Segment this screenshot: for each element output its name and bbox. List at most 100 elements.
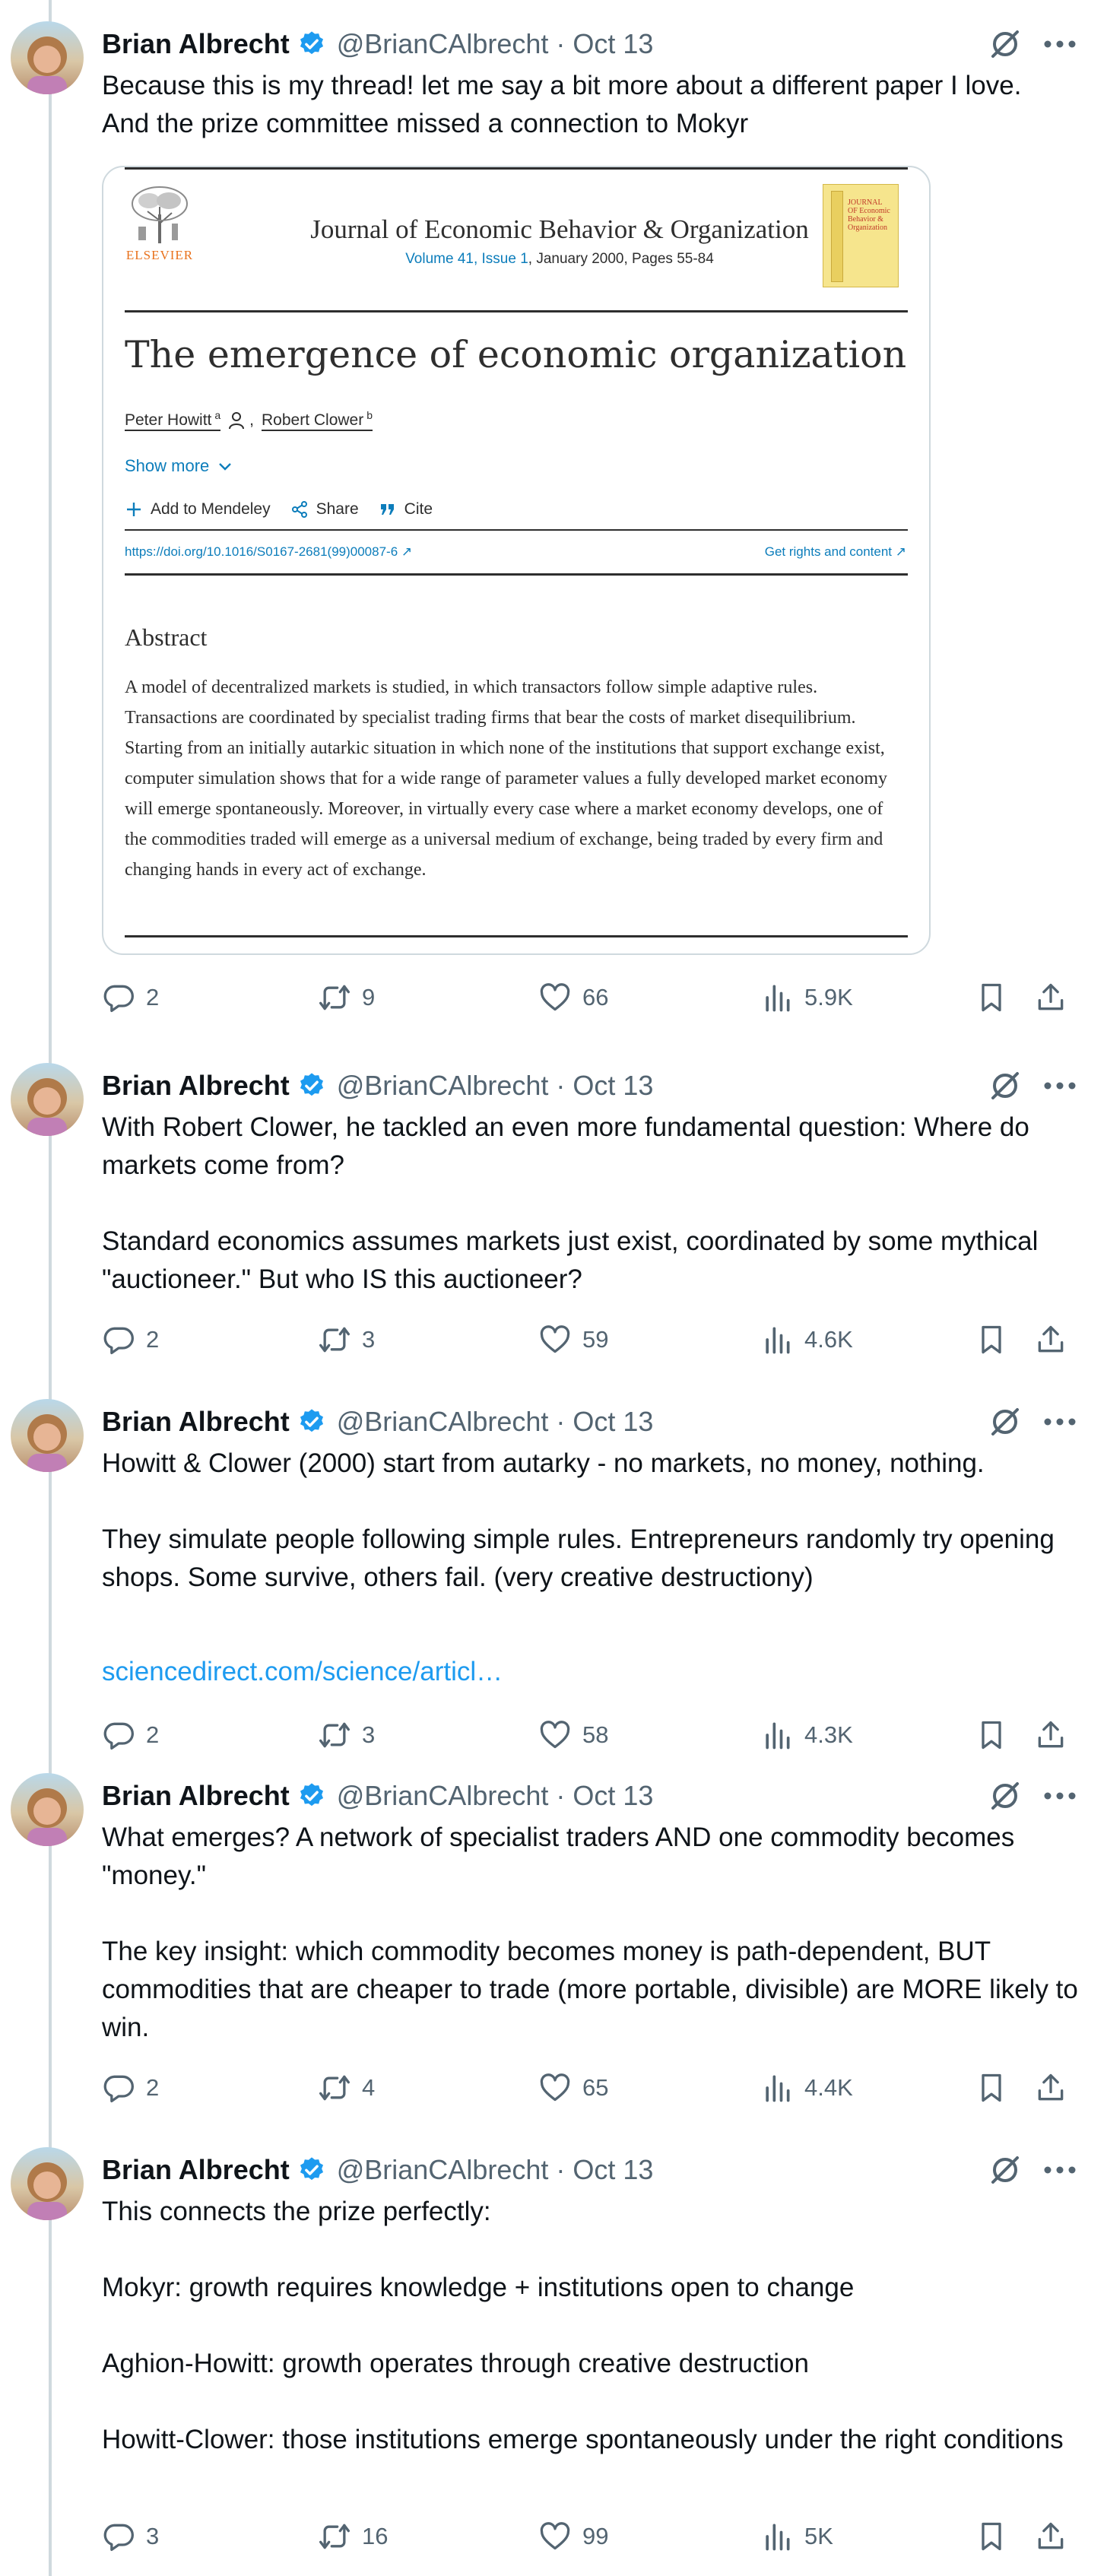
bookmark-button[interactable]: [975, 1318, 1008, 1361]
bookmark-button[interactable]: [975, 2067, 1008, 2109]
reply-button[interactable]: 2: [102, 1714, 159, 1756]
like-button[interactable]: 58: [538, 1714, 608, 1756]
author-handle[interactable]: @BrianCAlbrecht: [337, 28, 549, 60]
share-paper-button[interactable]: Share: [290, 500, 359, 519]
reply-button[interactable]: 2: [102, 1318, 159, 1361]
avatar[interactable]: [11, 2147, 84, 2220]
like-button[interactable]: 59: [538, 1318, 608, 1361]
more-icon[interactable]: [1039, 1778, 1081, 1814]
author-name[interactable]: Brian Albrecht: [102, 1070, 290, 1102]
grok-icon[interactable]: [987, 1404, 1023, 1440]
author-handle[interactable]: @BrianCAlbrecht: [337, 2154, 549, 2186]
like-button[interactable]: 99: [538, 2515, 608, 2558]
view-count: 4.6K: [804, 1326, 853, 1353]
journal-date-pages: , January 2000, Pages 55-84: [528, 251, 714, 267]
retweet-count: 9: [362, 984, 376, 1010]
retweet-button[interactable]: 4: [318, 2067, 375, 2109]
reply-button[interactable]: 3: [102, 2515, 159, 2558]
author-name[interactable]: Brian Albrecht: [102, 28, 290, 60]
more-icon[interactable]: [1039, 1404, 1081, 1440]
reply-count: 2: [146, 984, 160, 1010]
reply-button[interactable]: 2: [102, 2067, 159, 2109]
views-button[interactable]: 4.6K: [760, 1318, 853, 1361]
grok-icon[interactable]: [987, 1068, 1023, 1104]
tweet-date[interactable]: Oct 13: [573, 2154, 653, 2186]
author-name[interactable]: Brian Albrecht: [102, 1406, 290, 1438]
tweet-actions: 2 3 59 4.6K: [102, 1318, 1083, 1361]
reply-button[interactable]: 2: [102, 976, 159, 1019]
retweet-button[interactable]: 9: [318, 976, 375, 1019]
bookmark-button[interactable]: [975, 1714, 1008, 1756]
volume-issue-link[interactable]: Volume 41, Issue 1: [405, 251, 528, 267]
like-icon: [540, 1325, 570, 1353]
avatar[interactable]: [11, 21, 84, 94]
more-icon[interactable]: [1039, 2152, 1081, 2188]
grok-icon[interactable]: [987, 26, 1023, 62]
divider: [125, 935, 908, 937]
view-count: 5K: [804, 2523, 833, 2549]
like-button[interactable]: 66: [538, 976, 608, 1019]
like-icon: [540, 983, 570, 1011]
retweet-icon: [319, 2075, 350, 2101]
like-count: 58: [582, 1721, 609, 1748]
share-button[interactable]: [1034, 2515, 1067, 2558]
like-button[interactable]: 65: [538, 2067, 608, 2109]
journal-title[interactable]: Journal of Economic Behavior & Organizat…: [225, 214, 894, 245]
share-button[interactable]: [1034, 1318, 1067, 1361]
grok-icon[interactable]: [987, 1778, 1023, 1814]
view-count: 4.3K: [804, 1721, 853, 1748]
views-button[interactable]: 5K: [760, 2515, 833, 2558]
paper-preview-card[interactable]: ELSEVIER Journal of Economic Behavior & …: [102, 166, 931, 955]
bookmark-icon: [982, 2073, 1001, 2102]
share-button[interactable]: [1034, 1714, 1067, 1756]
cite-button[interactable]: Cite: [379, 500, 433, 519]
retweet-button[interactable]: 16: [318, 2515, 388, 2558]
journal-meta: Volume 41, Issue 1, January 2000, Pages …: [225, 251, 894, 268]
add-to-mendeley-button[interactable]: Add to Mendeley: [125, 500, 271, 519]
rights-link[interactable]: Get rights and content ↗: [765, 544, 906, 560]
doi-link[interactable]: https://doi.org/10.1016/S0167-2681(99)00…: [125, 544, 412, 560]
person-icon[interactable]: [228, 411, 245, 430]
avatar[interactable]: [11, 1773, 84, 1846]
view-count: 5.9K: [804, 984, 853, 1010]
bookmark-icon: [982, 1325, 1001, 1354]
tweet-date[interactable]: Oct 13: [573, 28, 653, 60]
author-handle[interactable]: @BrianCAlbrecht: [337, 1070, 549, 1102]
bookmark-button[interactable]: [975, 976, 1008, 1019]
verified-badge-icon: [297, 1071, 326, 1100]
tweet-text: This connects the prize perfectly: Mokyr…: [102, 2197, 1064, 2454]
tweet-text: What emerges? A network of specialist tr…: [102, 1823, 1078, 2042]
tweet-date[interactable]: Oct 13: [573, 1070, 653, 1102]
avatar[interactable]: [11, 1399, 84, 1472]
tweet-text: Because this is my thread! let me say a …: [102, 71, 1022, 138]
more-icon[interactable]: [1039, 26, 1081, 62]
share-icon: [1038, 983, 1064, 1010]
views-button[interactable]: 5.9K: [760, 976, 853, 1019]
show-more-button[interactable]: Show more: [125, 456, 233, 476]
share-button[interactable]: [1034, 976, 1067, 1019]
paper-title: The emergence of economic organization: [125, 333, 907, 376]
share-button[interactable]: [1034, 2067, 1067, 2109]
author-handle[interactable]: @BrianCAlbrecht: [337, 1780, 549, 1812]
views-button[interactable]: 4.4K: [760, 2067, 853, 2109]
author-name[interactable]: Brian Albrecht: [102, 2154, 290, 2186]
article-link[interactable]: sciencedirect.com/science/articl…: [102, 1653, 503, 1691]
more-icon[interactable]: [1039, 1068, 1081, 1104]
journal-cover-image[interactable]: JOURNAL OF Economic Behavior & Organizat…: [823, 184, 899, 287]
author-link[interactable]: Robert Clower b: [262, 409, 373, 431]
grok-icon[interactable]: [987, 2152, 1023, 2188]
retweet-icon: [319, 1722, 350, 1748]
like-icon: [540, 1721, 570, 1749]
retweet-button[interactable]: 3: [318, 1714, 375, 1756]
bookmark-button[interactable]: [975, 2515, 1008, 2558]
avatar[interactable]: [11, 1063, 84, 1136]
bookmark-icon: [982, 983, 1001, 1012]
show-more-label: Show more: [125, 456, 210, 475]
views-button[interactable]: 4.3K: [760, 1714, 853, 1756]
tweet-date[interactable]: Oct 13: [573, 1780, 653, 1812]
author-handle[interactable]: @BrianCAlbrecht: [337, 1406, 549, 1438]
author-name[interactable]: Brian Albrecht: [102, 1780, 290, 1812]
retweet-button[interactable]: 3: [318, 1318, 375, 1361]
tweet-date[interactable]: Oct 13: [573, 1406, 653, 1438]
author-link[interactable]: Peter Howitt a: [125, 409, 221, 431]
